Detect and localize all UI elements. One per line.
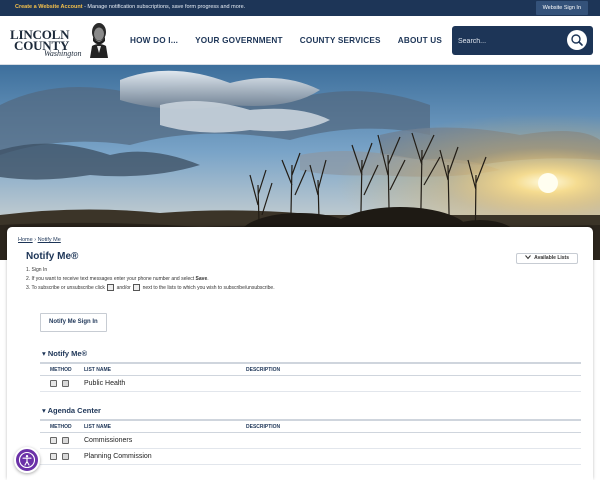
sms-icon[interactable] — [62, 437, 69, 444]
breadcrumb-current[interactable]: Notify Me — [38, 237, 61, 243]
step-3-text-b: and/or — [115, 285, 133, 291]
nav-about-us[interactable]: ABOUT US — [392, 16, 448, 65]
table-header: METHOD LIST NAME DESCRIPTION — [40, 362, 581, 376]
top-bar: Create a Website Account - Manage notifi… — [0, 0, 600, 16]
step-2: 2. If you want to receive text messages … — [26, 275, 275, 284]
search-button[interactable] — [567, 30, 587, 50]
search-box — [452, 26, 593, 55]
chevron-down-icon — [525, 255, 532, 260]
table-row: Planning Commission — [40, 449, 581, 465]
col-list-name: LIST NAME — [84, 367, 111, 373]
account-message-text: - Manage notification subscriptions, sav… — [82, 4, 246, 10]
step-2-end: . — [207, 276, 209, 282]
list-name[interactable]: Public Health — [84, 380, 125, 387]
step-1: 1. Sign In — [26, 267, 48, 273]
col-method: METHOD — [50, 367, 72, 373]
available-lists-button[interactable]: Available Lists — [516, 253, 578, 264]
list-name[interactable]: Commissioners — [84, 437, 132, 444]
col-list-name: LIST NAME — [84, 424, 111, 430]
breadcrumb-home[interactable]: Home — [18, 237, 33, 243]
section-notify-me[interactable]: ▾ Notify Me® — [42, 349, 87, 358]
notify-me-sign-in-button[interactable]: Notify Me Sign In — [40, 313, 107, 332]
accessibility-icon — [18, 451, 36, 469]
website-sign-in-button[interactable]: Website Sign In — [535, 1, 588, 15]
step-2-text: 2. If you want to receive text messages … — [26, 276, 196, 282]
logo-line-3: Washington — [44, 49, 82, 58]
available-lists-label: Available Lists — [534, 255, 569, 261]
email-icon — [107, 284, 115, 291]
nav-how-do-i[interactable]: HOW DO I... — [124, 16, 184, 65]
email-icon[interactable] — [50, 380, 57, 387]
nav-your-government[interactable]: YOUR GOVERNMENT — [189, 16, 289, 65]
table-row: Public Health — [40, 376, 581, 392]
county-logo[interactable]: LINCOLN COUNTY Washington — [8, 19, 112, 61]
main-nav: HOW DO I... YOUR GOVERNMENT COUNTY SERVI… — [124, 16, 453, 65]
col-method: METHOD — [50, 424, 72, 430]
search-icon — [571, 34, 583, 46]
email-icon[interactable] — [50, 437, 57, 444]
sms-icon[interactable] — [62, 380, 69, 387]
email-icon[interactable] — [50, 453, 57, 460]
table-header: METHOD LIST NAME DESCRIPTION — [40, 419, 581, 433]
table-row: Commissioners — [40, 433, 581, 449]
section-agenda-center[interactable]: ▾ Agenda Center — [42, 406, 101, 415]
sms-icon — [133, 284, 141, 291]
content-card: Home › Notify Me Notify Me® Available Li… — [7, 227, 593, 480]
create-account-link[interactable]: Create a Website Account — [15, 4, 83, 10]
step-3-text-c: next to the lists to which you wish to s… — [141, 285, 275, 291]
accessibility-button[interactable] — [14, 447, 40, 473]
breadcrumb: Home › Notify Me — [18, 237, 61, 243]
account-message: Create a Website Account - Manage notifi… — [15, 4, 245, 10]
page-title: Notify Me® — [26, 251, 79, 262]
lincoln-portrait-icon — [90, 23, 108, 58]
search-input[interactable] — [458, 34, 558, 48]
list-name[interactable]: Planning Commission — [84, 453, 152, 460]
nav-county-services[interactable]: COUNTY SERVICES — [294, 16, 387, 65]
step-2-save: Save — [195, 276, 208, 282]
instructions: 1. Sign In 2. If you want to receive tex… — [26, 266, 275, 293]
sms-icon[interactable] — [62, 453, 69, 460]
step-3-text-a: 3. To subscribe or unsubscribe click — [26, 285, 107, 291]
step-3: 3. To subscribe or unsubscribe click and… — [26, 284, 275, 293]
site-header: LINCOLN COUNTY Washington HOW DO I... YO… — [0, 16, 600, 65]
col-description: DESCRIPTION — [246, 367, 281, 373]
col-description: DESCRIPTION — [246, 424, 281, 430]
